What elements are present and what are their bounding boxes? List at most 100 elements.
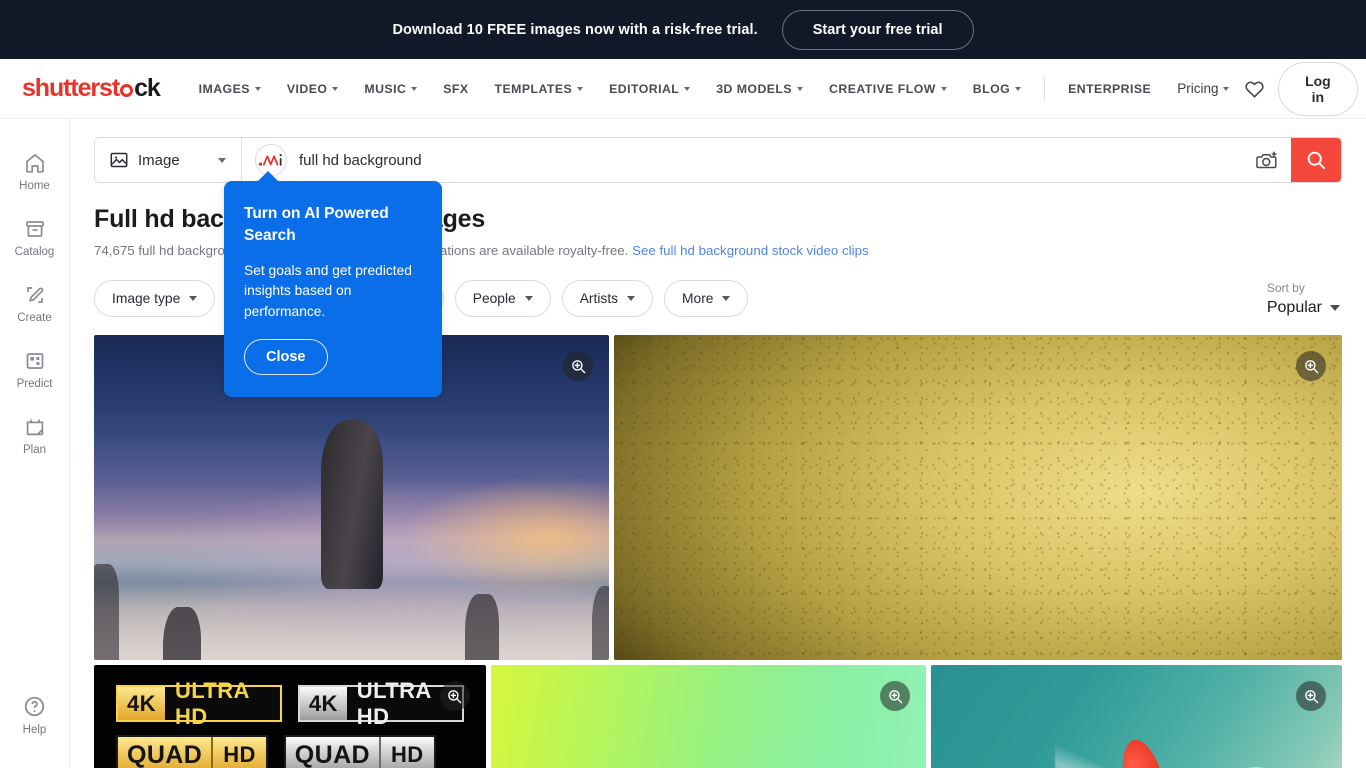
chevron-down-icon [1223, 87, 1230, 91]
filter-artists[interactable]: Artists [561, 280, 654, 317]
sort-dropdown[interactable]: Popular [1267, 299, 1340, 317]
search-icon [1307, 151, 1326, 170]
tile-zoom-button[interactable] [439, 681, 470, 711]
tile-image: 4K ULTRA HD 4K ULTRA HD QUAD HD QUAD HD [94, 665, 486, 768]
sidebar-item-predict[interactable]: Predict [0, 349, 70, 390]
shutterstock-logo[interactable]: shutterst ck [22, 74, 161, 103]
badge-prefix: QUAD [285, 737, 380, 768]
start-free-trial-button[interactable]: Start your free trial [781, 9, 974, 50]
nav-item-enterprise[interactable]: ENTERPRISE [1055, 59, 1164, 119]
nav-label: Pricing [1177, 81, 1219, 96]
tile-zoom-button[interactable] [1296, 681, 1326, 711]
filter-image-type[interactable]: Image type [94, 280, 216, 317]
search-type-label: Image [138, 151, 180, 169]
nav-item-sfx[interactable]: SFX [430, 59, 481, 119]
chevron-down-icon [218, 157, 226, 163]
chevron-down-icon [189, 296, 198, 301]
badge-suffix: HD [211, 737, 266, 768]
sidebar-label: Plan [22, 444, 47, 456]
visual-search-button[interactable] [1243, 138, 1291, 182]
dandelion-stems [1202, 665, 1342, 768]
favorites-icon[interactable] [1242, 74, 1265, 104]
chevron-down-icon [940, 87, 947, 91]
logo-o-icon [120, 84, 134, 97]
sort-value-label: Popular [1266, 298, 1322, 316]
left-sidebar: Home Catalog Create Predict Plan Help [0, 119, 70, 768]
nav-item-editorial[interactable]: EDITORIAL [596, 59, 703, 119]
camera-plus-icon [1255, 151, 1277, 168]
result-tile-gold[interactable] [614, 335, 1342, 660]
badge-prefix: QUAD [118, 737, 212, 768]
result-tile-green-gradient[interactable] [490, 665, 927, 768]
tooltip-body: Set goals and get predicted insights bas… [244, 262, 412, 319]
magnifier-plus-icon [888, 689, 903, 703]
nav-label: EDITORIAL [609, 81, 680, 96]
sidebar-item-help[interactable]: Help [0, 694, 70, 736]
catalog-icon [25, 221, 44, 237]
sidebar-label: Home [19, 180, 50, 192]
nav-item-creative-flow[interactable]: CREATIVE FLOW [816, 59, 960, 119]
result-tile-uhd-badges[interactable]: 4K ULTRA HD 4K ULTRA HD QUAD HD QUAD HD [94, 665, 486, 768]
nav-item-templates[interactable]: TEMPLATES [482, 59, 597, 119]
nav-item-images[interactable]: IMAGES [186, 59, 274, 119]
filter-label: Artists [579, 291, 619, 306]
create-icon [26, 287, 43, 303]
chevron-down-icon [797, 87, 804, 91]
nav-label: CREATIVE FLOW [829, 81, 936, 96]
plan-icon [26, 419, 43, 436]
nav-label: 3D MODELS [716, 81, 793, 96]
sidebar-item-catalog[interactable]: Catalog [0, 217, 70, 258]
badge-quad-hd-gold: QUAD HD [116, 735, 268, 768]
grid-row: 4K ULTRA HD 4K ULTRA HD QUAD HD QUAD HD [94, 665, 1342, 768]
search-submit-button[interactable] [1291, 138, 1341, 182]
logo-text-secondary: ck [134, 74, 161, 102]
nav-item-music[interactable]: MUSIC [351, 59, 430, 119]
predict-icon [26, 353, 43, 369]
main-header: shutterst ck IMAGES VIDEO MUSIC SFX TEMP… [0, 59, 1366, 119]
sidebar-label: Catalog [14, 246, 55, 258]
primary-nav: IMAGES VIDEO MUSIC SFX TEMPLATES EDITORI… [186, 59, 1243, 119]
nav-item-video[interactable]: VIDEO [274, 59, 352, 119]
chevron-down-icon [627, 296, 636, 301]
magnifier-plus-icon [571, 359, 586, 373]
nav-item-blog[interactable]: BLOG [960, 59, 1034, 119]
result-tile-ladybug[interactable] [931, 665, 1342, 768]
tile-zoom-button[interactable] [1296, 351, 1326, 381]
sidebar-label: Predict [16, 378, 53, 390]
search-type-selector[interactable]: Image [95, 138, 242, 182]
image-icon [110, 152, 128, 168]
help-circle-icon [24, 696, 45, 717]
promo-banner: Download 10 FREE images now with a risk-… [0, 0, 1366, 59]
tile-image [931, 665, 1342, 768]
sidebar-label: Help [22, 724, 47, 736]
tooltip-close-button[interactable]: Close [244, 338, 328, 375]
ai-search-tooltip: Turn on AI Powered Search Set goals and … [224, 171, 442, 397]
login-button[interactable]: Log in [1277, 61, 1359, 116]
tile-image [490, 665, 927, 768]
chevron-down-icon [1330, 304, 1340, 311]
badge-4k-ultra-hd-silver: 4K ULTRA HD [297, 678, 464, 729]
chevron-down-icon [254, 87, 261, 91]
badge-prefix: 4K [299, 687, 347, 720]
nav-label: BLOG [972, 81, 1011, 96]
video-clips-link[interactable]: See full hd background stock video clips [632, 243, 869, 258]
header-actions: Log in Free trial [1242, 61, 1366, 116]
nav-item-pricing[interactable]: Pricing [1164, 59, 1242, 119]
badge-prefix: 4K [118, 687, 165, 720]
sidebar-item-create[interactable]: Create [0, 283, 70, 324]
sidebar-item-plan[interactable]: Plan [0, 415, 70, 456]
sort-control: Sort by Popular [1267, 281, 1342, 317]
sidebar-item-home[interactable]: Home [0, 151, 70, 192]
filter-people[interactable]: People [454, 280, 551, 317]
nav-item-3d-models[interactable]: 3D MODELS [703, 59, 816, 119]
badge-quad-hd-silver: QUAD HD [283, 735, 436, 768]
filter-more[interactable]: More [664, 280, 749, 317]
search-input[interactable] [299, 138, 1243, 182]
magnifier-plus-icon [448, 689, 462, 703]
chevron-down-icon [577, 87, 584, 91]
logo-text-primary: shutterst [22, 74, 120, 102]
chevron-down-icon [332, 87, 339, 91]
nav-label: SFX [443, 81, 469, 96]
promo-text: Download 10 FREE images now with a risk-… [392, 21, 758, 38]
chevron-down-icon [1015, 87, 1022, 91]
